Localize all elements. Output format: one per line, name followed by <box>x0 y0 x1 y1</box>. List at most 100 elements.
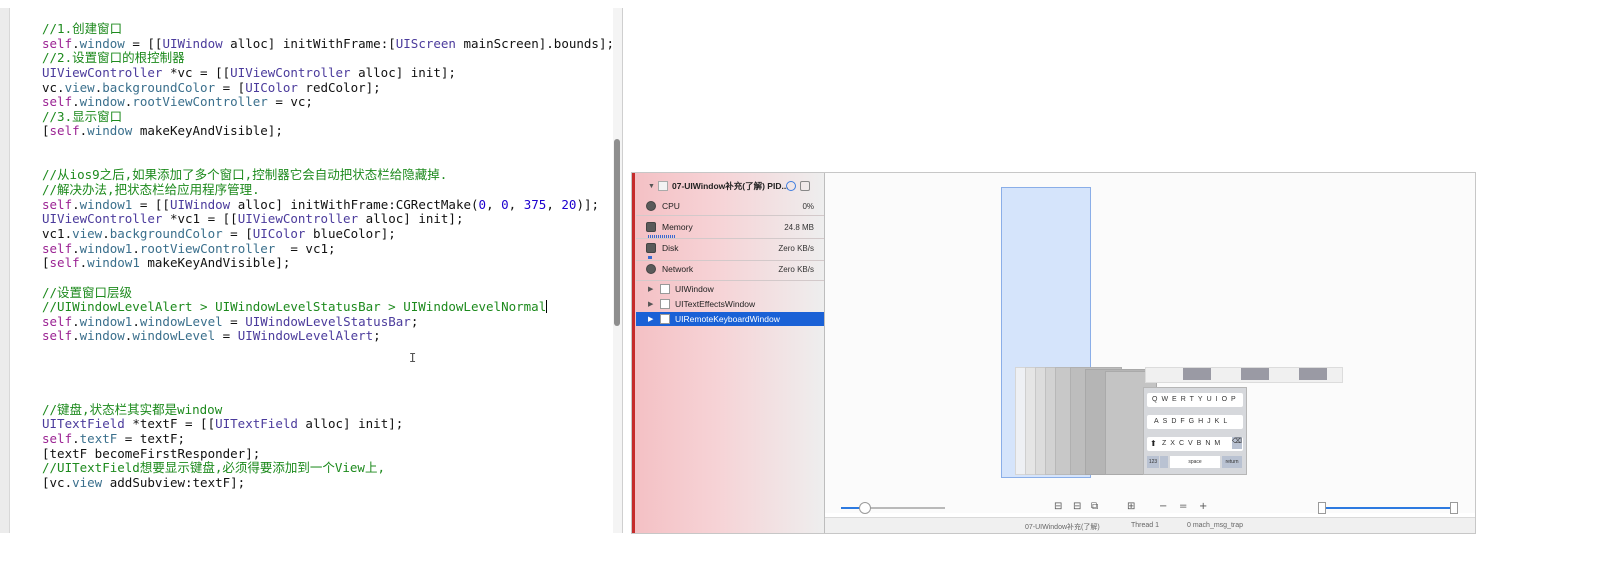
code-line[interactable] <box>42 359 614 374</box>
code-line[interactable]: //UITextField想要显示键盘,必须得要添加到一个View上, <box>42 460 614 476</box>
code-token: rootViewController <box>139 240 276 256</box>
code-token: UITextField <box>215 416 298 432</box>
code-token: alloc] initWithFrame:CGRectMake( <box>230 196 479 212</box>
code-token: . <box>132 240 140 256</box>
editor-scrollbar-thumb[interactable] <box>614 139 620 326</box>
code-token: . <box>72 328 80 344</box>
code-line[interactable]: vc.view.backgroundColor = [UIColor redCo… <box>42 79 614 96</box>
code-token: *vc = [[ <box>162 64 231 80</box>
code-token: redColor]; <box>297 79 381 95</box>
code-line[interactable] <box>42 388 614 403</box>
code-token: alloc] init]; <box>350 64 456 80</box>
shift-key-icon: ⬆ <box>1150 439 1157 448</box>
disclosure-triangle-icon[interactable]: ▼ <box>648 183 658 190</box>
code-line[interactable] <box>42 344 614 359</box>
keyboard-view[interactable]: QWERTYUIOP ASDFGHJKL ⬆ ZXCVBNM ⌫ 123 spa… <box>1143 387 1247 475</box>
code-token: alloc] init]; <box>358 211 464 227</box>
code-token: backgroundColor <box>109 225 223 241</box>
breadcrumb-thread[interactable]: Thread 1 <box>1131 522 1159 529</box>
code-token: view <box>72 474 103 490</box>
code-line[interactable] <box>42 271 614 286</box>
code-line[interactable]: self.window1 = [[UIWindow alloc] initWit… <box>42 196 614 213</box>
code-line[interactable]: self.window.rootViewController = vc; <box>42 94 614 110</box>
view-hierarchy-canvas[interactable]: QWERTYUIOP ASDFGHJKL ⬆ ZXCVBNM ⌫ 123 spa… <box>825 173 1475 514</box>
code-token: //解决办法,把状态栏给应用程序管理. <box>42 182 260 198</box>
breadcrumb-frame[interactable]: 0 mach_msg_trap <box>1187 522 1243 529</box>
debug-bar: 07-UIWindow补充(了解) Thread 1 0 mach_msg_tr… <box>825 517 1475 533</box>
code-line[interactable]: //3.显示窗口 <box>42 108 614 125</box>
breadcrumb-process[interactable]: 07-UIWindow补充(了解) <box>1025 522 1100 532</box>
code-line[interactable]: [vc.view addSubview:textF]; <box>42 474 614 491</box>
tree-item-uiremotekeyboardwindow[interactable]: ▶ UIRemoteKeyboardWindow <box>636 312 824 326</box>
layout-toggle-icon[interactable] <box>800 181 810 191</box>
debug-navigator: ▼ 07-UIWindow补充(了解) PID... CPU 0% Memory… <box>632 173 825 533</box>
disclosure-triangle-icon[interactable]: ▶ <box>648 315 658 323</box>
code-line[interactable] <box>42 373 614 388</box>
gauge-memory[interactable]: Memory 24.8 MB <box>636 220 824 234</box>
code-line[interactable]: UIViewController *vc1 = [[UIViewControll… <box>42 212 614 227</box>
code-line[interactable]: //1.创建窗口 <box>42 21 614 37</box>
code-line[interactable]: [self.window1 makeKeyAndVisible]; <box>42 255 614 271</box>
orient-3d-button[interactable]: ⊞ <box>1127 501 1135 512</box>
code-token: UITextField <box>42 416 125 432</box>
clipped-content-button[interactable]: ⊟ <box>1054 501 1062 512</box>
editor-scrollbar[interactable] <box>613 8 622 533</box>
code-editor[interactable]: //1.创建窗口 self.window = [[UIWindow alloc] … <box>0 8 623 533</box>
code-line[interactable]: [textF becomeFirstResponder]; <box>42 446 614 462</box>
code-line[interactable]: //键盘,状态栏其实都是window <box>42 402 614 418</box>
code-line[interactable] <box>42 139 614 154</box>
gauge-network[interactable]: Network Zero KB/s <box>636 262 824 276</box>
code-token: mainScreen].bounds]; <box>455 35 615 51</box>
key-row: QWERTYUIOP <box>1152 396 1240 403</box>
tree-item-uiwindow[interactable]: ▶ UIWindow <box>636 282 824 296</box>
code-token: = [[ <box>132 196 170 212</box>
code-line[interactable]: self.textF = textF; <box>42 431 614 447</box>
depth-range-slider[interactable] <box>1321 507 1453 509</box>
zoom-reset-button[interactable]: = <box>1179 501 1187 512</box>
gauge-toggle-icon[interactable] <box>786 181 796 191</box>
keyboard-layer-stack[interactable]: QWERTYUIOP ASDFGHJKL ⬆ ZXCVBNM ⌫ 123 spa… <box>1015 363 1345 475</box>
zoom-slider-knob[interactable] <box>859 502 871 514</box>
numbers-key: 123 <box>1147 456 1159 468</box>
gauge-cpu[interactable]: CPU 0% <box>636 199 824 213</box>
code-token: vc1. <box>42 225 73 241</box>
code-line[interactable]: self.window.windowLevel = UIWindowLevelA… <box>42 329 614 344</box>
range-end-handle[interactable] <box>1450 502 1458 514</box>
code-line[interactable]: UIViewController *vc = [[UIViewControlle… <box>42 64 614 81</box>
delete-key-icon: ⌫ <box>1232 437 1242 449</box>
code-text[interactable]: //1.创建窗口 self.window = [[UIWindow alloc] … <box>42 21 615 491</box>
code-line[interactable]: //解决办法,把状态栏给应用程序管理. <box>42 182 614 198</box>
tree-item-uitexteffectswindow[interactable]: ▶ UITextEffectsWindow <box>636 297 824 311</box>
code-line[interactable]: UITextField *textF = [[UITextField alloc… <box>42 416 614 432</box>
divider <box>636 260 824 261</box>
code-line[interactable]: vc1.view.backgroundColor = [UIColor blue… <box>42 225 614 242</box>
range-start-handle[interactable] <box>1318 502 1326 514</box>
editor-gutter <box>0 8 10 533</box>
navigator-accent-bar <box>632 173 635 533</box>
code-line[interactable]: self.window = [[UIWindow alloc] initWith… <box>42 35 615 52</box>
zoom-out-button[interactable]: − <box>1159 501 1167 512</box>
key-preview <box>1299 368 1327 380</box>
gauge-label: Disk <box>662 243 679 253</box>
code-token: UIViewController <box>237 211 359 227</box>
code-line[interactable]: //UIWindowLevelAlert > UIWindowLevelStat… <box>42 299 614 315</box>
code-line[interactable]: //从ios9之后,如果添加了多个窗口,控制器它会自动把状态栏给隐藏掉. <box>42 168 614 183</box>
code-line[interactable]: //设置窗口层级 <box>42 285 614 301</box>
gauge-disk[interactable]: Disk Zero KB/s <box>636 241 824 255</box>
code-token: //3.显示窗口 <box>42 108 123 124</box>
disclosure-triangle-icon[interactable]: ▶ <box>648 285 658 293</box>
code-line[interactable]: self.window1.windowLevel = UIWindowLevel… <box>42 313 614 330</box>
key-row: ASDFGHJKL <box>1154 418 1232 425</box>
code-token: //从ios9之后,如果添加了多个窗口,控制器它会自动把状态栏给隐藏掉. <box>42 167 448 183</box>
show-constraints-button[interactable]: ⊟ <box>1073 501 1081 512</box>
code-token: [ <box>42 255 50 271</box>
contents-mode-button[interactable]: ⧉ <box>1091 501 1098 512</box>
code-line[interactable]: [self.window makeKeyAndVisible]; <box>42 124 614 139</box>
key-row: ZXCVBNM <box>1162 440 1225 447</box>
code-token: . <box>132 313 140 329</box>
code-line[interactable] <box>42 154 614 169</box>
code-line[interactable]: self.window1.rootViewController = vc1; <box>42 240 614 257</box>
disclosure-triangle-icon[interactable]: ▶ <box>648 300 658 308</box>
zoom-in-button[interactable]: + <box>1199 501 1207 512</box>
code-line[interactable]: //2.设置窗口的根控制器 <box>42 50 614 66</box>
